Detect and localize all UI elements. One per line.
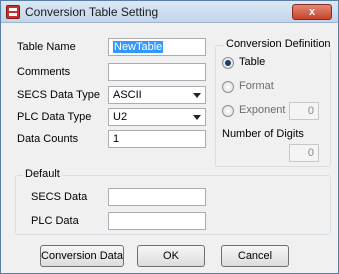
window-title: Conversion Table Setting: [25, 5, 159, 19]
secs-data-label: SECS Data: [31, 191, 88, 203]
conversion-table-setting-dialog: Conversion Table Setting x Table Name Ne…: [0, 0, 339, 274]
title-bar: Conversion Table Setting x: [1, 1, 338, 23]
secs-data-type-label: SECS Data Type: [17, 89, 100, 101]
data-counts-input[interactable]: 1: [108, 130, 206, 148]
format-radio[interactable]: [222, 81, 234, 93]
table-radio[interactable]: [222, 57, 234, 69]
table-name-value: NewTable: [113, 41, 164, 53]
comments-input[interactable]: [108, 63, 206, 81]
secs-data-input[interactable]: [108, 188, 206, 206]
plc-data-input[interactable]: [108, 212, 206, 230]
chevron-down-icon: [193, 93, 201, 98]
comments-label: Comments: [17, 66, 71, 78]
conversion-definition-title: Conversion Definition: [224, 38, 333, 50]
exponent-input[interactable]: 0: [289, 102, 319, 120]
table-radio-label: Table: [239, 56, 266, 68]
chevron-down-icon: [193, 115, 201, 120]
app-icon: [6, 5, 20, 19]
exponent-radio[interactable]: [222, 105, 234, 117]
table-name-label: Table Name: [17, 41, 76, 53]
plc-data-label: PLC Data: [31, 215, 79, 227]
default-group-title: Default: [23, 168, 62, 180]
secs-data-type-select[interactable]: ASCII: [108, 86, 206, 104]
table-name-input[interactable]: NewTable: [108, 38, 206, 56]
ok-button[interactable]: OK: [137, 245, 205, 267]
format-radio-label: Format: [239, 80, 274, 92]
number-of-digits-input[interactable]: 0: [289, 144, 319, 162]
data-counts-label: Data Counts: [17, 133, 79, 145]
plc-data-type-label: PLC Data Type: [17, 111, 92, 123]
close-button[interactable]: x: [292, 4, 332, 20]
number-of-digits-label: Number of Digits: [222, 128, 304, 140]
secs-data-type-value: ASCII: [113, 89, 142, 101]
conversion-data-button[interactable]: Conversion Data: [40, 245, 124, 267]
cancel-button[interactable]: Cancel: [221, 245, 289, 267]
plc-data-type-value: U2: [113, 111, 128, 123]
exponent-radio-label: Exponent: [239, 104, 286, 116]
plc-data-type-select[interactable]: U2: [108, 108, 206, 126]
